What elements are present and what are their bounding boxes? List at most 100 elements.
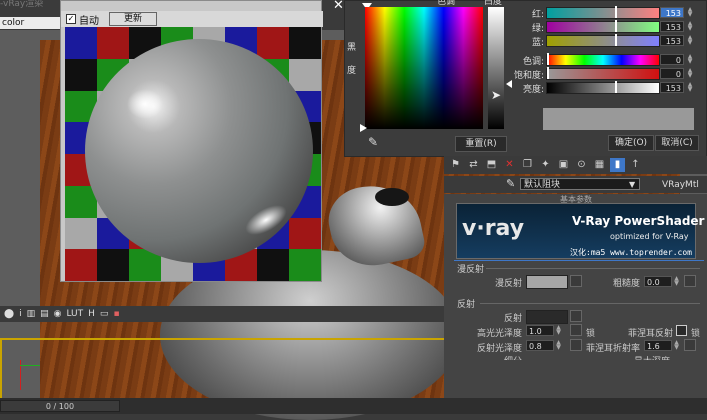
checker-tile <box>289 27 321 59</box>
put-to-library-icon[interactable]: ▣ <box>556 158 571 172</box>
color-swatch <box>543 108 694 130</box>
hue-slider-thumb[interactable] <box>547 53 549 65</box>
saturation-slider-thumb[interactable] <box>547 67 549 79</box>
checker-tile <box>289 249 321 281</box>
roughness-map-button[interactable] <box>684 275 696 287</box>
hue-slider[interactable] <box>546 54 660 66</box>
reflect-map-button[interactable] <box>570 310 582 322</box>
roughness-spinner[interactable]: ▲ ▼ <box>673 276 680 287</box>
material-type-button[interactable]: VRayMtl <box>662 180 699 190</box>
fresnel-ior-map-button[interactable] <box>684 339 696 351</box>
value-label: 亮度: <box>522 85 544 95</box>
diffuse-section-title: 漫反射 <box>457 265 485 275</box>
color-correction-icon[interactable]: ▪ <box>113 309 119 319</box>
update-button[interactable]: 更新 <box>109 12 157 26</box>
fresnel-ior-value[interactable]: 1.6 <box>644 340 672 351</box>
show-map-icon[interactable]: ▦ <box>592 158 607 172</box>
divider <box>480 303 700 304</box>
time-slider[interactable]: 0 / 100 <box>0 400 120 412</box>
vray-logo: v·ray <box>462 216 525 241</box>
checker-tile <box>65 58 97 91</box>
checker-tile <box>97 27 129 59</box>
hue-label: 色调 <box>437 0 456 7</box>
hilight-gloss-label: 高光光泽度 <box>476 329 522 339</box>
green-slider-thumb[interactable] <box>615 20 617 32</box>
green-spinner[interactable]: ▲ ▼ <box>686 21 694 32</box>
cancel-button[interactable]: 取消(C) <box>655 135 699 151</box>
axis-y <box>20 365 40 366</box>
get-material-icon[interactable]: ⚑ <box>448 158 463 172</box>
material-name-field[interactable]: 默认阻块 <box>520 178 640 190</box>
info-icon[interactable]: i <box>19 309 22 319</box>
fresnel-lock-label: 锁 <box>690 329 700 339</box>
saturation-value[interactable]: 0 <box>660 68 684 79</box>
histogram-icon[interactable]: H <box>88 309 95 319</box>
sphere-highlight <box>127 89 163 119</box>
region-icon[interactable]: ▤ <box>40 309 49 319</box>
diffuse-map-button[interactable] <box>570 275 582 287</box>
checker-tile <box>289 217 321 250</box>
hue-blackness-field[interactable] <box>365 7 483 129</box>
assign-material-icon[interactable]: ⬒ <box>484 158 499 172</box>
fresnel-checkbox[interactable] <box>676 325 687 336</box>
value-slider-thumb[interactable] <box>615 81 617 93</box>
blue-value[interactable]: 153 <box>660 35 684 46</box>
roughness-value[interactable]: 0.0 <box>644 276 672 287</box>
reflect-color-swatch[interactable] <box>526 310 568 324</box>
viewport-label[interactable]: color <box>0 17 62 29</box>
refl-gloss-spinner[interactable]: ▲ ▼ <box>555 340 562 351</box>
green-value[interactable]: 153 <box>660 21 684 32</box>
value-slider[interactable] <box>546 82 660 94</box>
diffuse-label: 漫反射 <box>494 279 522 289</box>
whiteness-label: 白度 <box>484 0 503 7</box>
reset-map-icon[interactable]: ✕ <box>502 158 517 172</box>
red-value[interactable]: 153 <box>660 7 684 18</box>
auto-checkbox[interactable]: ✓ <box>66 14 76 24</box>
hilight-gloss-map-button[interactable] <box>570 324 582 336</box>
red-spinner[interactable]: ▲ ▼ <box>686 7 694 18</box>
blue-slider-thumb[interactable] <box>615 34 617 46</box>
blackness-label: 黑 <box>347 43 357 53</box>
go-to-parent-icon[interactable]: ↑ <box>628 158 643 172</box>
hue-spinner[interactable]: ▲ ▼ <box>686 54 694 65</box>
subdivs-label: 细分 <box>470 354 522 360</box>
teapot-icon[interactable]: ⬤ <box>4 309 14 319</box>
value-spinner[interactable]: ▲ ▼ <box>686 82 694 93</box>
red-slider[interactable] <box>546 7 660 19</box>
reflection-section-title: 反射 <box>457 300 476 310</box>
refl-gloss-label: 反射光泽度 <box>476 344 522 354</box>
blackness-marker-icon[interactable] <box>360 124 367 132</box>
checker-tile <box>289 58 321 91</box>
hilight-gloss-value[interactable]: 1.0 <box>526 325 554 336</box>
hue-value[interactable]: 0 <box>660 54 684 65</box>
window-title: -vRay渲染 <box>0 0 44 8</box>
refl-gloss-value[interactable]: 0.8 <box>526 340 554 351</box>
close-icon[interactable]: ✕ <box>333 0 344 13</box>
put-to-scene-icon[interactable]: ⇄ <box>466 158 481 172</box>
show-end-result-icon[interactable]: ▮ <box>610 158 625 172</box>
make-unique-icon[interactable]: ✦ <box>538 158 553 172</box>
pick-material-icon[interactable]: ✎ <box>506 177 515 190</box>
value-value[interactable]: 153 <box>660 82 684 93</box>
saturation-spinner[interactable]: ▲ ▼ <box>686 68 694 79</box>
reset-button[interactable]: 重置(R) <box>455 136 507 152</box>
banner-credit: 汉化:ma5 www.toprender.com <box>570 248 692 257</box>
make-copy-icon[interactable]: ❐ <box>520 158 535 172</box>
frame-buffer-window: ✓ 自动 更新 <box>60 0 323 282</box>
material-id-icon[interactable]: ⊙ <box>574 158 589 172</box>
ok-button[interactable]: 确定(O) <box>608 135 654 151</box>
fresnel-ior-spinner[interactable]: ▲ ▼ <box>673 340 680 351</box>
red-slider-thumb[interactable] <box>615 6 617 18</box>
lut-icon[interactable]: LUT <box>66 309 83 319</box>
blue-spinner[interactable]: ▲ ▼ <box>686 35 694 46</box>
diffuse-color-swatch[interactable] <box>526 275 568 289</box>
green-slider[interactable] <box>546 21 660 33</box>
sidebar-toggle-icon[interactable]: ▭ <box>100 309 109 319</box>
channel-icon[interactable]: ▥ <box>27 309 36 319</box>
chevron-down-icon[interactable]: ▼ <box>629 180 635 189</box>
blue-slider[interactable] <box>546 35 660 47</box>
lens-icon[interactable]: ◉ <box>54 309 62 319</box>
eyedropper-icon[interactable]: ✎ <box>368 135 378 149</box>
hilight-gloss-spinner[interactable]: ▲ ▼ <box>555 325 562 336</box>
saturation-slider[interactable] <box>546 68 660 80</box>
